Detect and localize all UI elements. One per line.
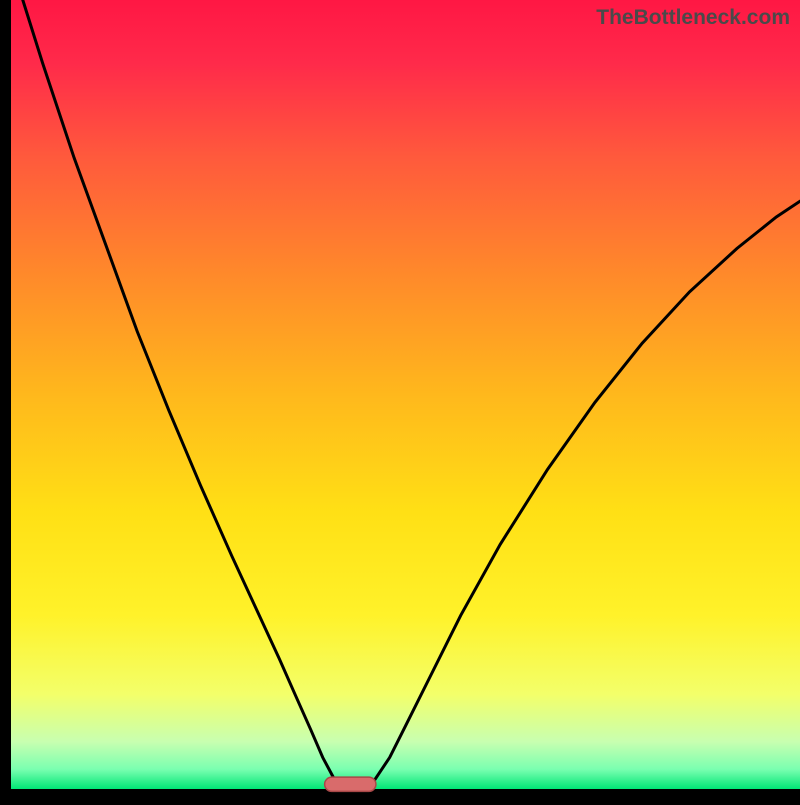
gradient-background — [11, 0, 800, 789]
chart-svg — [0, 0, 800, 800]
chart-container — [0, 0, 800, 800]
watermark-text: TheBottleneck.com — [596, 6, 790, 30]
optimal-marker — [325, 777, 376, 791]
